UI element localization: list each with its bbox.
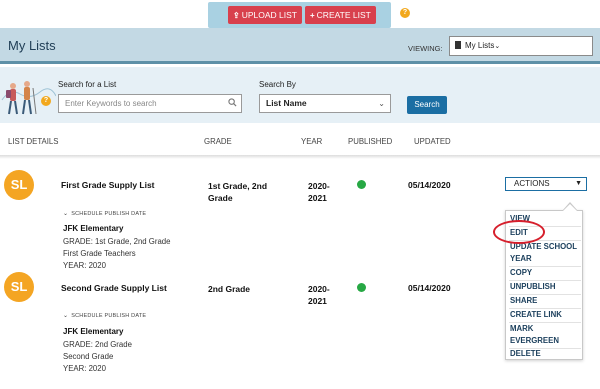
grade-cell: 2nd Grade xyxy=(208,284,251,294)
menu-divider xyxy=(509,294,581,295)
published-indicator xyxy=(357,180,366,189)
plus-icon: + xyxy=(310,11,315,20)
school-name: JFK Elementary xyxy=(63,224,124,233)
viewing-select[interactable]: My Lists⌄ xyxy=(449,36,593,56)
column-header-published: PUBLISHED xyxy=(348,137,393,146)
chevron-down-icon: ⌄ xyxy=(494,43,501,50)
column-header-updated: UPDATED xyxy=(414,137,451,146)
grade-cell: 1st Grade, 2nd Grade xyxy=(208,181,268,203)
list-detail: First Grade Teachers xyxy=(63,249,136,258)
list-detail: Second Grade xyxy=(63,352,114,361)
menu-divider xyxy=(509,308,581,309)
header-divider xyxy=(0,155,600,159)
create-list-button[interactable]: + CREATE LIST xyxy=(305,6,376,24)
year-cell: 2020- 2021 xyxy=(308,181,330,203)
search-by-select[interactable]: List Name ⌄ xyxy=(259,94,391,113)
column-header-grade: GRADE xyxy=(204,137,232,146)
school-name: JFK Elementary xyxy=(63,327,124,336)
menu-divider xyxy=(509,322,581,323)
menu-item-update-school-year[interactable]: YEAR xyxy=(510,254,532,263)
year-cell: 2020- 2021 xyxy=(308,284,330,306)
edit-highlight-circle xyxy=(493,220,545,244)
list-detail: GRADE: 1st Grade, 2nd Grade xyxy=(63,237,171,246)
column-header-list-details: LIST DETAILS xyxy=(8,137,59,146)
menu-item-create-link[interactable]: CREATE LINK xyxy=(510,310,562,319)
menu-item-mark-evergreen[interactable]: MARK xyxy=(510,324,533,333)
search-by-label: Search By xyxy=(259,80,296,89)
search-label: Search for a List xyxy=(58,80,117,89)
chevron-down-icon: ▼ xyxy=(575,180,582,187)
column-header-year: YEAR xyxy=(301,137,323,146)
menu-item-unpublish[interactable]: UNPUBLISH xyxy=(510,282,555,291)
menu-caret xyxy=(563,204,577,211)
page-title: My Lists xyxy=(8,38,56,53)
top-action-bar: ⇪ UPLOAD LIST + CREATE LIST xyxy=(208,2,391,28)
menu-divider xyxy=(509,266,581,267)
chevron-down-icon: ⌄ xyxy=(63,313,69,319)
schedule-publish-toggle[interactable]: ⌄ SCHEDULE PUBLISH DATE xyxy=(63,210,146,217)
upload-list-button[interactable]: ⇪ UPLOAD LIST xyxy=(228,6,302,24)
help-icon[interactable]: ? xyxy=(41,96,51,106)
avatar: SL xyxy=(4,272,34,302)
updated-date: 05/14/2020 xyxy=(408,283,451,293)
list-detail: GRADE: 2nd Grade xyxy=(63,340,132,349)
hikers-illustration xyxy=(1,81,56,115)
menu-divider xyxy=(509,280,581,281)
search-input[interactable]: Enter Keywords to search xyxy=(58,94,242,113)
page-header: My Lists VIEWING: My Lists⌄ xyxy=(0,28,600,64)
search-panel: ? Search for a List Enter Keywords to se… xyxy=(0,67,600,123)
list-name[interactable]: Second Grade Supply List xyxy=(61,283,167,293)
menu-item-copy[interactable]: COPY xyxy=(510,268,532,277)
search-icon[interactable] xyxy=(228,98,237,107)
search-button[interactable]: Search xyxy=(407,96,447,114)
help-icon[interactable]: ? xyxy=(400,8,410,18)
viewing-label: VIEWING: xyxy=(408,44,443,53)
published-indicator xyxy=(357,283,366,292)
schedule-publish-toggle[interactable]: ⌄ SCHEDULE PUBLISH DATE xyxy=(63,312,146,319)
upload-icon: ⇪ xyxy=(233,11,240,20)
menu-item-delete[interactable]: DELETE xyxy=(510,349,541,358)
list-name[interactable]: First Grade Supply List xyxy=(61,180,155,190)
document-icon xyxy=(455,41,461,49)
list-detail: YEAR: 2020 xyxy=(63,364,106,373)
actions-button[interactable]: ACTIONS ▼ xyxy=(505,177,587,191)
list-detail: YEAR: 2020 xyxy=(63,261,106,270)
avatar: SL xyxy=(4,170,34,200)
menu-item-mark-evergreen[interactable]: EVERGREEN xyxy=(510,336,559,345)
updated-date: 05/14/2020 xyxy=(408,180,451,190)
chevron-down-icon: ⌄ xyxy=(63,211,69,217)
chevron-down-icon: ⌄ xyxy=(378,99,385,108)
menu-item-share[interactable]: SHARE xyxy=(510,296,537,305)
